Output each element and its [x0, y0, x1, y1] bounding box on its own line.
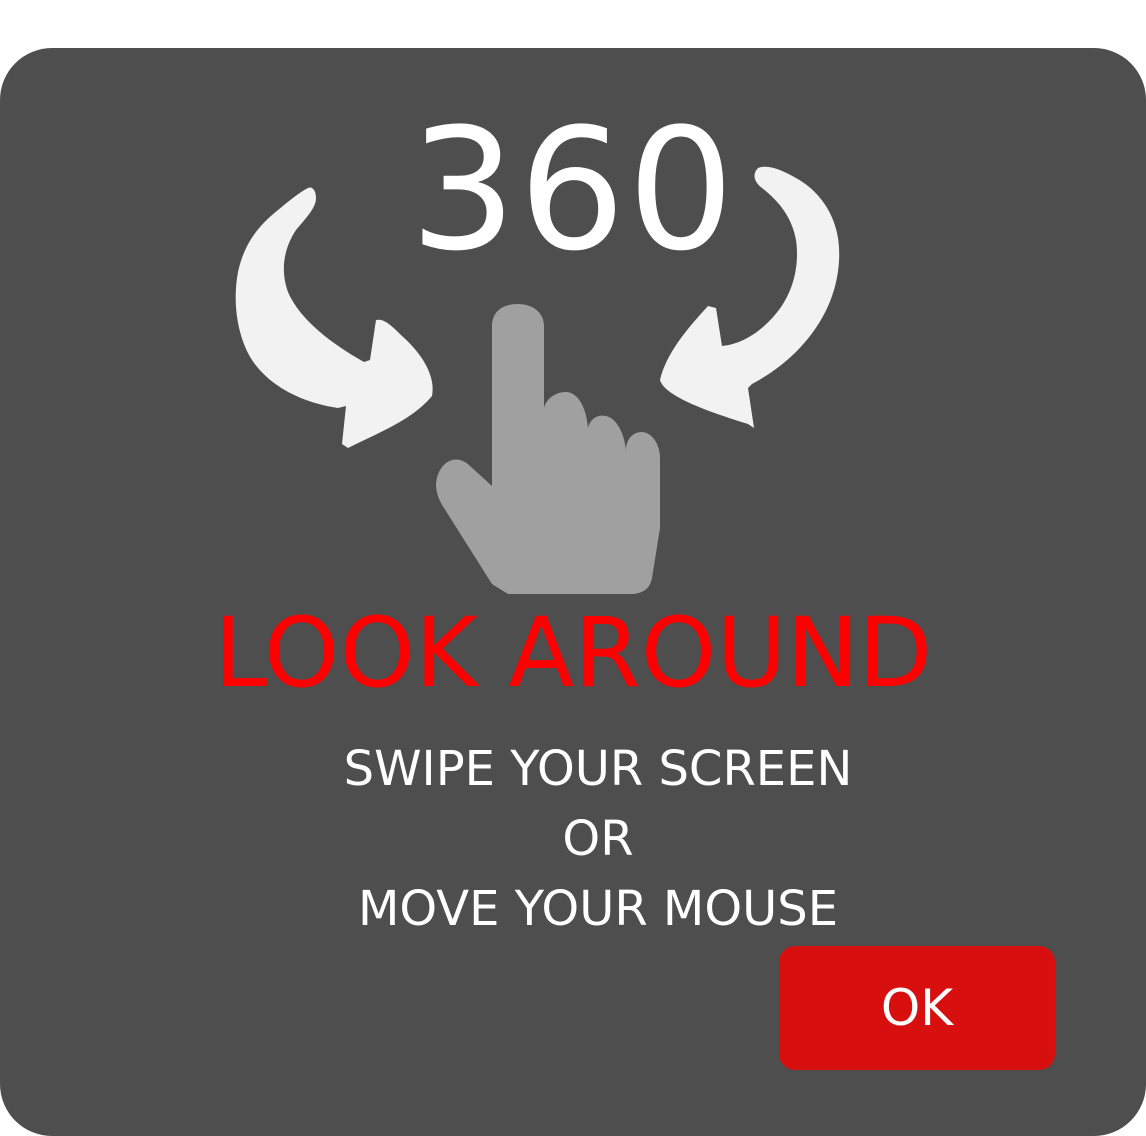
instructions: SWIPE YOUR SCREEN OR MOVE YOUR MOUSE	[0, 734, 1146, 944]
look-around-dialog: 360 LOOK AROUND SWIPE YOUR SCREEN OR MOV…	[0, 48, 1146, 1136]
instruction-line-or: OR	[562, 811, 634, 867]
instruction-line-swipe: SWIPE YOUR SCREEN	[343, 741, 853, 797]
look-around-heading: LOOK AROUND	[213, 597, 933, 709]
instruction-line-mouse: MOVE YOUR MOUSE	[357, 881, 839, 937]
pointing-hand-icon	[436, 304, 660, 594]
ok-button[interactable]: OK	[779, 946, 1055, 1070]
360-label: 360	[409, 92, 737, 288]
